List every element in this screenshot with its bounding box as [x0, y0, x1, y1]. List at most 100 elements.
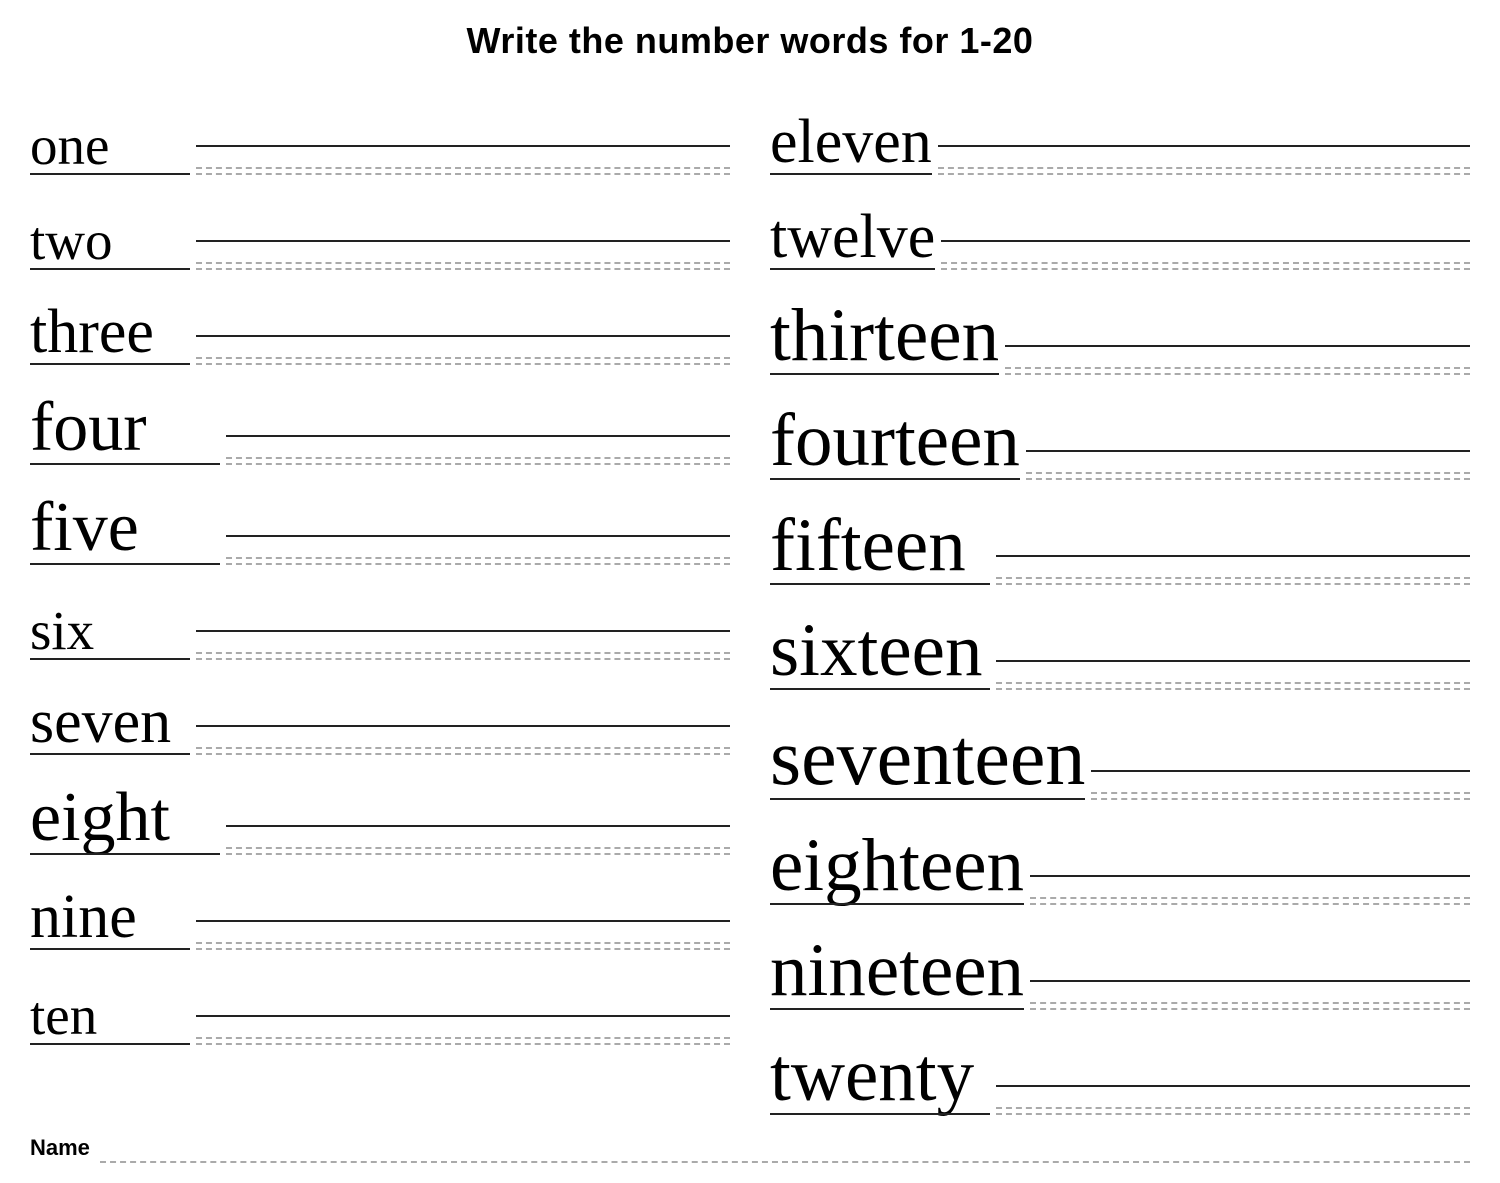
solid-baseline	[996, 555, 1470, 557]
writing-lines[interactable]	[226, 825, 730, 855]
word-two: two	[30, 213, 190, 270]
word-seventeen: seventeen	[770, 718, 1085, 800]
solid-baseline	[196, 1015, 730, 1017]
number-word-row: three	[30, 270, 730, 365]
writing-lines[interactable]	[196, 630, 730, 660]
solid-baseline	[1091, 770, 1470, 772]
writing-lines[interactable]	[196, 335, 730, 365]
dotted-midline	[226, 457, 730, 459]
word-seven: seven	[30, 691, 190, 755]
writing-lines[interactable]	[196, 920, 730, 950]
writing-lines[interactable]	[996, 1085, 1470, 1115]
solid-baseline	[1030, 980, 1470, 982]
word-thirteen: thirteen	[770, 298, 999, 375]
writing-lines[interactable]	[941, 240, 1470, 270]
dotted-midline	[1005, 367, 1470, 369]
solid-baseline	[1030, 875, 1470, 877]
word-five: five	[30, 493, 220, 565]
writing-lines[interactable]	[996, 555, 1470, 585]
dotted-topline	[196, 1043, 730, 1045]
solid-baseline	[226, 825, 730, 827]
number-word-row: sixteen	[770, 585, 1470, 690]
word-nineteen: nineteen	[770, 933, 1024, 1010]
writing-lines[interactable]	[226, 535, 730, 565]
solid-baseline	[196, 240, 730, 242]
solid-baseline	[196, 920, 730, 922]
writing-lines[interactable]	[996, 660, 1470, 690]
dotted-midline	[938, 167, 1470, 169]
solid-baseline	[938, 145, 1470, 147]
number-word-row: fourteen	[770, 375, 1470, 480]
number-word-row: twenty	[770, 1010, 1470, 1115]
word-ten: ten	[30, 988, 190, 1045]
solid-baseline	[226, 535, 730, 537]
dotted-midline	[996, 577, 1470, 579]
number-word-row: ten	[30, 950, 730, 1045]
word-eleven: eleven	[770, 111, 932, 175]
word-eight: eight	[30, 783, 220, 855]
writing-lines[interactable]	[196, 725, 730, 755]
word-nine: nine	[30, 886, 190, 950]
dotted-topline	[996, 1113, 1470, 1115]
left-column: one two three four five six seven eight nine ten	[30, 80, 730, 1115]
dotted-midline	[196, 262, 730, 264]
page-title: Write the number words for 1-20	[30, 20, 1470, 62]
number-word-row: seven	[30, 660, 730, 755]
dotted-midline	[996, 1107, 1470, 1109]
writing-lines[interactable]	[1026, 450, 1470, 480]
number-word-row: fifteen	[770, 480, 1470, 585]
dotted-midline	[196, 357, 730, 359]
word-one: one	[30, 118, 190, 175]
word-fifteen: fifteen	[770, 508, 990, 585]
solid-baseline	[996, 1085, 1470, 1087]
writing-lines[interactable]	[1005, 345, 1470, 375]
word-six: six	[30, 603, 190, 660]
number-word-row: five	[30, 465, 730, 565]
writing-lines[interactable]	[938, 145, 1470, 175]
word-three: three	[30, 301, 190, 365]
number-word-row: eighteen	[770, 800, 1470, 905]
word-twelve: twelve	[770, 206, 935, 270]
solid-baseline	[196, 145, 730, 147]
number-word-row: nine	[30, 855, 730, 950]
dotted-midline	[226, 847, 730, 849]
solid-baseline	[941, 240, 1470, 242]
writing-lines[interactable]	[1091, 770, 1470, 800]
dotted-midline	[196, 747, 730, 749]
name-label: Name	[30, 1135, 90, 1163]
name-line[interactable]	[100, 1143, 1470, 1163]
number-word-row: two	[30, 175, 730, 270]
dotted-midline	[226, 557, 730, 559]
solid-baseline	[1005, 345, 1470, 347]
right-column: eleven twelve thirteenfourteen fifteensixte…	[770, 80, 1470, 1115]
writing-lines[interactable]	[1030, 875, 1470, 905]
dotted-midline	[196, 942, 730, 944]
solid-baseline	[1026, 450, 1470, 452]
writing-lines[interactable]	[1030, 980, 1470, 1010]
dotted-midline	[196, 652, 730, 654]
content-area: onetwothreefourfivesixseveneightnineten …	[30, 80, 1470, 1115]
writing-lines[interactable]	[196, 240, 730, 270]
solid-baseline	[996, 660, 1470, 662]
solid-baseline	[196, 335, 730, 337]
number-word-row: nineteen	[770, 905, 1470, 1010]
number-word-row: eight	[30, 755, 730, 855]
dotted-midline	[996, 682, 1470, 684]
number-word-row: thirteen	[770, 270, 1470, 375]
dotted-midline	[196, 1037, 730, 1039]
word-eighteen: eighteen	[770, 828, 1024, 905]
word-four: four	[30, 393, 220, 465]
page: Write the number words for 1-20 one two th…	[30, 20, 1470, 1163]
dotted-midline	[1026, 472, 1470, 474]
writing-lines[interactable]	[226, 435, 730, 465]
number-word-row: seventeen	[770, 690, 1470, 800]
number-word-row: one	[30, 80, 730, 175]
writing-lines[interactable]	[196, 1015, 730, 1045]
word-twenty: twenty	[770, 1038, 990, 1115]
dotted-midline	[1030, 1002, 1470, 1004]
writing-lines[interactable]	[196, 145, 730, 175]
name-row: Name	[30, 1125, 1470, 1163]
dotted-midline	[196, 167, 730, 169]
solid-baseline	[196, 725, 730, 727]
dotted-midline	[941, 262, 1470, 264]
